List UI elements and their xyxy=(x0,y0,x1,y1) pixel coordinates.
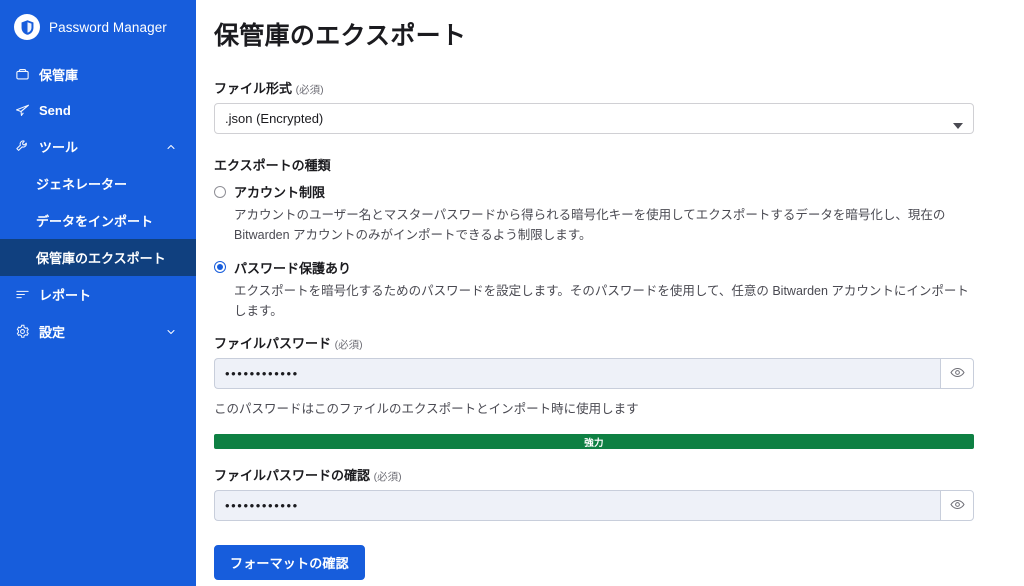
radio-label: アカウント制限 xyxy=(234,185,326,200)
radio-button[interactable] xyxy=(214,185,226,198)
radio-label: パスワード保護あり xyxy=(234,260,352,276)
sidebar-item-label: 保管庫のエクスポート xyxy=(36,251,166,266)
shield-logo-icon xyxy=(14,14,40,40)
sidebar-item-reports[interactable]: レポート xyxy=(0,276,196,313)
sidebar-item-vault[interactable]: 保管庫 xyxy=(0,56,196,93)
vault-icon xyxy=(14,67,30,83)
file-password-hint: このパスワードはこのファイルのエクスポートとインポート時に使用します xyxy=(214,402,639,416)
file-format-label-text: ファイル形式 xyxy=(214,81,293,96)
sidebar-item-settings[interactable]: 設定 xyxy=(0,313,196,350)
radio-description: エクスポートを暗号化するためのパスワードを設定します。そのパスワードを使用して、… xyxy=(234,283,969,318)
password-strength-bar: 強力 xyxy=(214,434,974,449)
eye-visibility-icon xyxy=(949,497,965,515)
sidebar-nav: 保管庫 Send ツール ジェネレーター データをインポート 保管庫のエクスポー… xyxy=(0,56,196,350)
send-paper-plane-icon xyxy=(14,103,30,119)
eye-visibility-icon xyxy=(949,365,965,383)
file-password-label-text: ファイルパスワード xyxy=(214,336,332,351)
main-content: 保管庫のエクスポート ファイル形式 (必須) .json (Encrypted)… xyxy=(196,0,1024,586)
file-format-select-wrap: .json (Encrypted) xyxy=(214,103,974,134)
sidebar-item-label: ツール xyxy=(39,140,79,155)
file-password-label: ファイルパスワード (必須) xyxy=(214,333,976,352)
radio-account-restricted[interactable]: アカウント制限 xyxy=(214,182,976,201)
sidebar: Password Manager 保管庫 Send ツール ジェネレーター デー… xyxy=(0,0,196,586)
radio-description: アカウントのユーザー名とマスターパスワードから得られる暗号化キーを使用してエクス… xyxy=(234,208,946,243)
sidebar-item-label: ジェネレーター xyxy=(36,177,128,192)
chevron-down-icon[interactable] xyxy=(164,325,178,339)
file-password-row xyxy=(214,358,974,389)
sidebar-item-send[interactable]: Send xyxy=(0,93,196,128)
confirm-format-button[interactable]: フォーマットの確認 xyxy=(214,545,365,580)
file-password-confirm-input[interactable] xyxy=(214,490,940,521)
sidebar-item-export-vault[interactable]: 保管庫のエクスポート xyxy=(0,239,196,276)
file-format-label: ファイル形式 (必須) xyxy=(214,78,976,97)
radio-button[interactable] xyxy=(214,261,226,273)
brand-header[interactable]: Password Manager xyxy=(0,0,196,56)
file-password-input[interactable] xyxy=(214,358,940,389)
required-marker: (必須) xyxy=(373,471,402,483)
wrench-tools-icon xyxy=(14,139,30,155)
required-marker: (必須) xyxy=(334,339,363,351)
sidebar-item-label: 保管庫 xyxy=(39,68,79,83)
file-password-confirm-row xyxy=(214,490,974,521)
chevron-up-icon[interactable] xyxy=(164,140,178,154)
gear-settings-icon xyxy=(14,324,30,340)
required-marker: (必須) xyxy=(295,84,324,96)
file-password-visibility-toggle[interactable] xyxy=(940,358,974,389)
sidebar-item-label: Send xyxy=(39,103,71,118)
reports-sliders-icon xyxy=(14,287,30,303)
brand-name: Password Manager xyxy=(49,19,167,35)
file-format-select[interactable]: .json (Encrypted) xyxy=(214,103,974,134)
sidebar-item-tools[interactable]: ツール xyxy=(0,128,196,165)
file-password-confirm-visibility-toggle[interactable] xyxy=(940,490,974,521)
password-strength-label: 強力 xyxy=(584,437,604,449)
file-password-confirm-label-text: ファイルパスワードの確認 xyxy=(214,468,371,483)
sidebar-item-label: データをインポート xyxy=(36,214,154,229)
page-title: 保管庫のエクスポート xyxy=(214,22,467,50)
sidebar-item-generator[interactable]: ジェネレーター xyxy=(0,165,196,202)
sidebar-item-label: 設定 xyxy=(39,325,66,340)
file-password-confirm-label: ファイルパスワードの確認 (必須) xyxy=(214,465,976,484)
export-type-label: エクスポートの種類 xyxy=(214,158,331,173)
radio-password-protected[interactable]: パスワード保護あり xyxy=(214,258,976,277)
sidebar-item-import-data[interactable]: データをインポート xyxy=(0,202,196,239)
app-root: Password Manager 保管庫 Send ツール ジェネレーター デー… xyxy=(0,0,1024,586)
sidebar-item-label: レポート xyxy=(39,288,92,303)
